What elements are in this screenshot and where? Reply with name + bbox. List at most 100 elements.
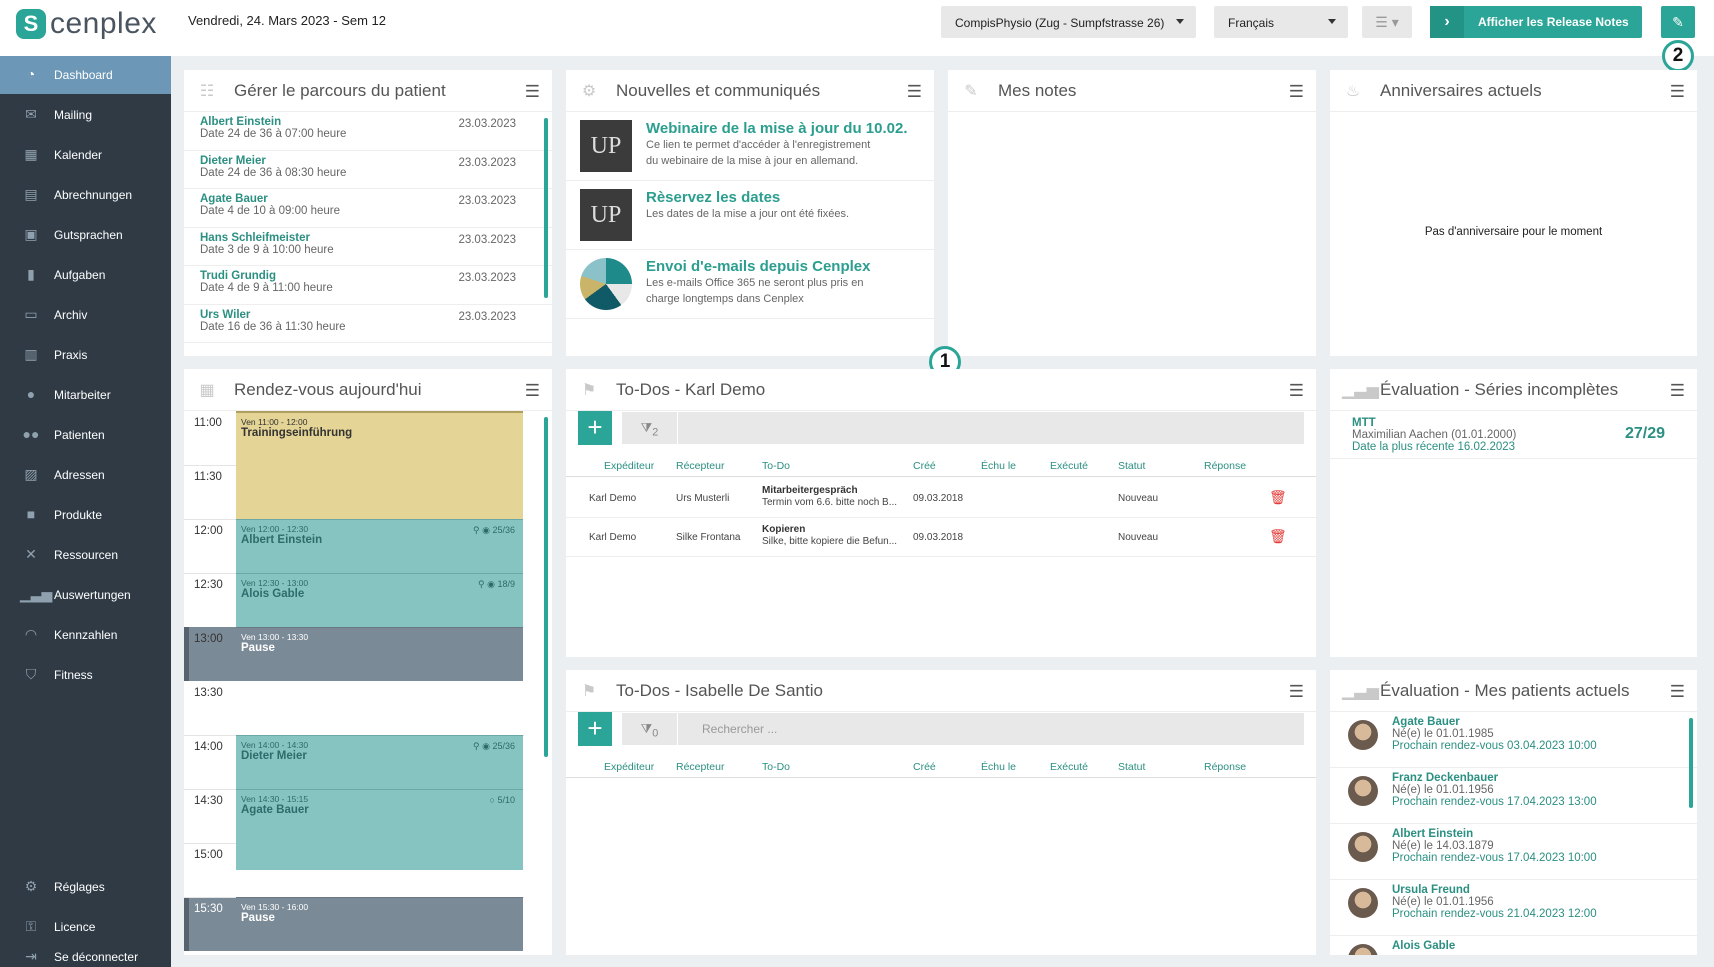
list-item[interactable]: MTT Maximilian Aachen (01.01.2000) Date … (1330, 411, 1697, 459)
appointment-name: Trainingseinführung (241, 427, 353, 439)
search-input[interactable] (678, 412, 1304, 444)
sidebar-item-archiv[interactable]: ▭ Archiv (0, 296, 171, 334)
column-header[interactable]: Statut (1118, 460, 1145, 472)
news-item[interactable]: UP Webinaire de la mise à jour du 10.02.… (566, 112, 934, 181)
column-header[interactable]: Échu le (981, 761, 1016, 773)
appointment-block[interactable]: Ven 11:00 - 12:00 Trainingseinführung (236, 411, 523, 519)
sidebar-item-adressen[interactable]: ▨ Adressen (0, 456, 171, 494)
patient-name[interactable]: Franz Deckenbauer (1392, 772, 1697, 784)
edit-dashboard-button[interactable]: ✎ (1661, 6, 1695, 38)
list-item[interactable]: Ursula Freund Né(e) le 01.01.1956 Prochain… (1330, 880, 1697, 936)
language-select[interactable]: Français (1214, 6, 1348, 38)
sidebar-item-fitness[interactable]: ⛉ Fitness (0, 656, 171, 694)
news-item[interactable]: Envoi d'e-mails depuis Cenplex Les e-mail… (566, 250, 934, 319)
avatar (1348, 776, 1378, 806)
hamburger-menu-icon[interactable]: ☰ (1670, 381, 1685, 401)
news-title[interactable]: Webinaire de la mise à jour du 10.02... (646, 120, 908, 137)
sidebar-item-produkte[interactable]: ■ Produkte (0, 496, 171, 534)
column-header[interactable]: Échu le (981, 460, 1016, 472)
column-header[interactable]: Réponse (1204, 761, 1246, 773)
appointment-block[interactable]: Ven 12:00 - 12:30 Albert Einstein ⚲ ◉ 25/3… (236, 519, 523, 573)
list-item[interactable]: Albert Einstein Date 24 de 36 à 07:00 heu… (184, 112, 552, 151)
scrollbar[interactable] (544, 118, 548, 298)
trash-icon[interactable]: 🗑 (1269, 528, 1287, 545)
patient-name[interactable]: Ursula Freund (1392, 884, 1697, 896)
filter-button[interactable]: ⧩0 (622, 713, 678, 745)
hamburger-menu-icon[interactable]: ☰ (1289, 381, 1304, 401)
column-header[interactable]: Réponse (1204, 460, 1246, 472)
appointment-block[interactable]: Ven 12:30 - 13:00 Alois Gable ⚲ ◉ 18/9 (236, 573, 523, 627)
sidebar-item-licence[interactable]: ⚿ Licence (0, 908, 171, 946)
list-item[interactable]: Urs Wiler Date 16 de 36 à 11:30 heure 23.0… (184, 305, 552, 343)
sidebar-item-praxis[interactable]: ▥ Praxis (0, 336, 171, 374)
hamburger-menu-icon[interactable]: ☰ (525, 82, 540, 102)
hamburger-menu-icon[interactable]: ☰ (525, 381, 540, 401)
column-header[interactable]: Récepteur (676, 460, 724, 472)
news-title[interactable]: Rèservez les dates (646, 189, 908, 206)
hamburger-menu-icon[interactable]: ☰ (907, 82, 922, 102)
list-item[interactable]: Hans Schleifmeister Date 3 de 9 à 10:00 h… (184, 228, 552, 266)
panel-title: Mes notes (998, 80, 1077, 100)
sidebar-item-patienten[interactable]: ●● Patienten (0, 416, 171, 454)
cake-icon: ♨ (1345, 82, 1361, 100)
patient-name[interactable]: Albert Einstein (1392, 828, 1697, 840)
hamburger-menu-icon[interactable]: ☰ (1670, 682, 1685, 702)
scrollbar[interactable] (1689, 718, 1693, 808)
appointment-block[interactable]: Ven 14:30 - 15:15 Agate Bauer ○ 5/10 (236, 789, 523, 870)
column-header[interactable]: Exécuté (1050, 761, 1088, 773)
sidebar-item-abrechnungen[interactable]: ▤ Abrechnungen (0, 176, 171, 214)
patient-name[interactable]: Alois Gable (1392, 940, 1697, 952)
add-todo-button[interactable]: + (578, 712, 612, 746)
list-item[interactable]: Trudi Grundig Date 4 de 9 à 11:00 heure 23… (184, 266, 552, 305)
column-header[interactable]: Créé (913, 460, 936, 472)
news-item[interactable]: UP Rèservez les dates Les dates de la mis… (566, 181, 934, 250)
column-header[interactable]: To-Do (762, 460, 790, 472)
add-todo-button[interactable]: + (578, 411, 612, 445)
table-row[interactable]: Karl Demo Urs Musterli Mitarbeitergesprä… (566, 479, 1316, 518)
news-title[interactable]: Envoi d'e-mails depuis Cenplex (646, 258, 908, 275)
sidebar-item-mailing[interactable]: ✉ Mailing (0, 96, 171, 134)
list-item[interactable]: Alois Gable (1330, 936, 1697, 955)
appointment-block[interactable]: Ven 13:00 - 13:30 Pause (236, 627, 523, 681)
logo[interactable]: S cenplex (16, 7, 157, 41)
sidebar-item-aufgaben[interactable]: ▮ Aufgaben (0, 256, 171, 294)
hamburger-menu-icon[interactable]: ☰ (1289, 82, 1304, 102)
scrollbar[interactable] (544, 417, 548, 757)
date: 23.03.2023 (458, 310, 516, 323)
layout-menu-button[interactable]: ☰ ▾ (1362, 6, 1412, 38)
column-header[interactable]: Statut (1118, 761, 1145, 773)
list-item[interactable]: Agate Bauer Date 4 de 10 à 09:00 heure 23.… (184, 189, 552, 228)
list-item[interactable]: Agate Bauer Né(e) le 01.01.1985 Prochain r… (1330, 712, 1697, 768)
sidebar-item-reglages[interactable]: ⚙ Réglages (0, 868, 171, 906)
list-item[interactable]: Franz Deckenbauer Né(e) le 01.01.1956 Proc… (1330, 768, 1697, 824)
column-header[interactable]: Expéditeur (604, 460, 654, 472)
hamburger-menu-icon[interactable]: ☰ (1289, 682, 1304, 702)
sidebar-item-dashboard[interactable]: ◔ Dashboard (0, 56, 171, 94)
search-input[interactable]: Rechercher ... (678, 713, 1304, 745)
location-select[interactable]: CompisPhysio (Zug - Sumpfstrasse 26) (941, 6, 1196, 38)
sidebar-item-logout[interactable]: ⇥ Se déconnecter (0, 947, 171, 967)
column-header[interactable]: Expéditeur (604, 761, 654, 773)
sidebar-item-label: Fitness (54, 668, 93, 682)
list-item[interactable]: Dieter Meier Date 24 de 36 à 08:30 heure 2… (184, 151, 552, 189)
column-header[interactable]: Exécuté (1050, 460, 1088, 472)
column-header[interactable]: Récepteur (676, 761, 724, 773)
sidebar-item-kennzahlen[interactable]: ◠ Kennzahlen (0, 616, 171, 654)
trash-icon[interactable]: 🗑 (1269, 489, 1287, 506)
sidebar-item-kalender[interactable]: ▦ Kalender (0, 136, 171, 174)
todo-text: Silke, bitte kopiere die Befun... (762, 536, 898, 547)
column-header[interactable]: To-Do (762, 761, 790, 773)
list-item[interactable]: Albert Einstein Né(e) le 14.03.1879 Procha… (1330, 824, 1697, 880)
table-row[interactable]: Karl Demo Silke Frontana Kopieren Silke, … (566, 518, 1316, 557)
appointment-block[interactable]: Ven 14:00 - 14:30 Dieter Meier ⚲ ◉ 25/36 (236, 735, 523, 789)
release-notes-button[interactable]: › Afficher les Release Notes (1430, 6, 1642, 38)
sidebar-item-mitarbeiter[interactable]: ● Mitarbeiter (0, 376, 171, 414)
sidebar-item-gutsprachen[interactable]: ▣ Gutsprachen (0, 216, 171, 254)
filter-button[interactable]: ⧩2 (622, 412, 678, 444)
sidebar-item-auswertungen[interactable]: ▁▃▅ Auswertungen (0, 576, 171, 614)
sidebar-item-ressourcen[interactable]: ✕ Ressourcen (0, 536, 171, 574)
hamburger-menu-icon[interactable]: ☰ (1670, 82, 1685, 102)
patient-name[interactable]: Agate Bauer (1392, 716, 1697, 728)
appointment-block[interactable]: Ven 15:30 - 16:00 Pause (236, 897, 523, 951)
column-header[interactable]: Créé (913, 761, 936, 773)
